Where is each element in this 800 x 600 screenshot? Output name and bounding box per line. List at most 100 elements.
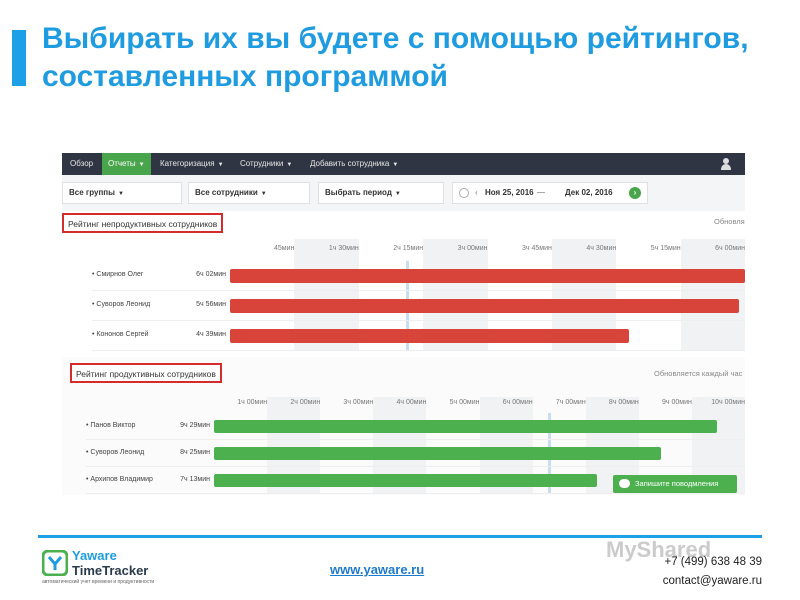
employee-name[interactable]: • Архипов Владимир — [86, 476, 153, 483]
rating-bar — [230, 299, 739, 313]
section-header: Рейтинг непродуктивных сотрудников Обнов… — [62, 211, 745, 233]
employee-duration: 6ч 02мин — [196, 271, 226, 278]
rating-bar — [214, 447, 662, 460]
rating-bar — [214, 474, 598, 487]
x-tick-label: 4ч 00мин — [396, 399, 427, 406]
x-tick-label: 3ч 45мин — [522, 245, 552, 252]
employees-select-value: Все сотрудники — [195, 188, 258, 197]
x-tick-label: 2ч 15мин — [393, 245, 424, 252]
period-select-value: Выбрать период — [325, 188, 392, 197]
chat-icon — [619, 479, 630, 488]
logo-tagline: автоматический учет времени и продуктивн… — [42, 579, 155, 585]
x-tick-label: 2ч 00мин — [290, 399, 321, 406]
chevron-down-icon: ▼ — [138, 162, 145, 168]
chevron-down-icon: ▼ — [217, 162, 224, 168]
groups-select-value: Все группы — [69, 188, 115, 197]
groups-select[interactable]: Все группы ▼ — [62, 182, 182, 204]
clock-icon — [459, 188, 469, 198]
x-tick-label: 6ч 00мин — [502, 399, 533, 406]
update-note: Обновля — [714, 217, 745, 226]
update-note: Обновляется каждый час — [654, 369, 743, 378]
app-screenshot: Обзор Отчеты ▼ Категоризация ▼ Сотрудники ▼… — [62, 153, 745, 495]
unproductive-rating-panel: Рейтинг непродуктивных сотрудников Обнов… — [62, 211, 745, 351]
section-header: Рейтинг продуктивных сотрудников Обновля… — [62, 357, 745, 383]
employee-name[interactable]: • Кононов Сергей — [92, 331, 149, 338]
employees-select[interactable]: Все сотрудники ▼ — [188, 182, 310, 204]
date-from[interactable]: Ноя 25, 2016 — [485, 183, 534, 203]
employee-name[interactable]: • Смирнов Олег — [92, 271, 143, 278]
x-tick-label: 5ч 15мин — [650, 245, 681, 252]
chevron-down-icon: ▼ — [117, 191, 124, 197]
grid-stripe — [680, 239, 745, 351]
title-accent-bar — [12, 30, 26, 86]
chevron-down-icon: ▼ — [392, 162, 399, 168]
nav-item-categorization-label: Категоризация — [160, 159, 215, 168]
chat-button[interactable]: Запишите поводмления — [613, 475, 737, 493]
contact-info: +7 (499) 638 48 39 contact@yaware.ru — [663, 553, 762, 591]
chevron-down-icon: ▼ — [260, 191, 267, 197]
yaware-logo-icon — [42, 550, 68, 576]
x-tick-label: 45мин — [274, 245, 295, 252]
employee-duration: 5ч 56мин — [196, 301, 226, 308]
x-tick-label: 6ч 00мин — [715, 245, 745, 252]
x-tick-label: 1ч 30мин — [328, 245, 359, 252]
slide-title: Выбирать их вы будете с помощью рейтинго… — [42, 20, 782, 96]
chevron-down-icon: ▼ — [286, 162, 293, 168]
rating-bar — [214, 420, 718, 433]
employee-name[interactable]: • Панов Виктор — [86, 422, 135, 429]
x-tick-label: 10ч 00мин — [711, 399, 745, 406]
employee-duration: 9ч 29мин — [180, 421, 210, 429]
nav-item-reports-label: Отчеты — [108, 159, 136, 168]
productive-rating-title: Рейтинг продуктивных сотрудников — [70, 363, 222, 383]
nav-item-categorization[interactable]: Категоризация ▼ — [160, 153, 224, 175]
date-separator: — — [537, 188, 545, 197]
user-icon[interactable] — [721, 158, 731, 170]
employee-duration: 8ч 25мин — [180, 448, 210, 456]
website-link[interactable]: www.yaware.ru — [330, 562, 424, 577]
contact-phone: +7 (499) 638 48 39 — [664, 556, 762, 568]
employee-duration: 4ч 39мин — [196, 331, 226, 338]
row-separator — [92, 290, 745, 291]
unproductive-chart: 45мин 1ч 30мин 2ч 15мин 3ч 00мин 3ч 45мин 4ч … — [62, 239, 745, 351]
period-select[interactable]: Выбрать период ▼ — [318, 182, 444, 204]
slide-title-line2: составленных программой — [42, 60, 448, 93]
row-separator — [92, 320, 745, 321]
x-tick-label: 3ч 00мин — [457, 245, 488, 252]
logo-line1: Yaware — [72, 548, 117, 563]
x-tick-label: 1ч 00мин — [237, 399, 268, 406]
employee-name[interactable]: • Суворов Леонид — [92, 301, 150, 308]
contact-email: contact@yaware.ru — [662, 575, 762, 587]
employee-duration: 7ч 13мин — [180, 475, 210, 483]
row-separator — [92, 350, 745, 351]
nav-item-overview[interactable]: Обзор — [70, 153, 93, 175]
date-to[interactable]: Дек 02, 2016 — [565, 183, 613, 203]
filter-bar: Все группы ▼ Все сотрудники ▼ Выбрать пери… — [62, 175, 745, 211]
x-tick-label: 4ч 30мин — [586, 245, 617, 252]
nav-item-employees[interactable]: Сотрудники ▼ — [240, 153, 292, 175]
date-range: ‹ Ноя 25, 2016 — Дек 02, 2016 › — [452, 182, 648, 204]
nav-item-add-employee-label: Добавить сотрудника — [310, 159, 390, 168]
chevron-left-icon[interactable]: ‹ — [475, 183, 478, 203]
slide-title-line1: Выбирать их вы будете с помощью рейтинго… — [42, 22, 749, 55]
nav-item-reports[interactable]: Отчеты ▼ — [102, 153, 151, 175]
x-tick-label: 3ч 00мин — [343, 399, 374, 406]
x-tick-label: 7ч 00мин — [555, 399, 586, 406]
x-tick-label: 9ч 00мин — [662, 399, 692, 406]
employee-name[interactable]: • Суворов Леонид — [86, 449, 144, 456]
rating-bar — [230, 329, 630, 343]
unproductive-rating-title: Рейтинг непродуктивных сотрудников — [62, 213, 224, 233]
logo-line2: TimeTracker — [72, 563, 149, 578]
yaware-logo: Yaware TimeTracker автоматический учет в… — [42, 548, 182, 588]
row-separator — [86, 493, 745, 494]
chevron-right-icon[interactable]: › — [629, 187, 641, 199]
nav-item-add-employee[interactable]: Добавить сотрудника ▼ — [310, 153, 398, 175]
chat-button-label: Запишите поводмления — [635, 479, 719, 488]
row-separator — [86, 439, 745, 440]
chevron-down-icon: ▼ — [394, 191, 401, 197]
nav-item-employees-label: Сотрудники — [240, 159, 284, 168]
row-separator — [86, 466, 745, 467]
top-navbar: Обзор Отчеты ▼ Категоризация ▼ Сотрудники ▼… — [62, 153, 745, 175]
productive-rating-panel: Рейтинг продуктивных сотрудников Обновля… — [62, 357, 745, 495]
x-tick-label: 8ч 00мин — [608, 399, 639, 406]
x-tick-label: 5ч 00мин — [449, 399, 480, 406]
